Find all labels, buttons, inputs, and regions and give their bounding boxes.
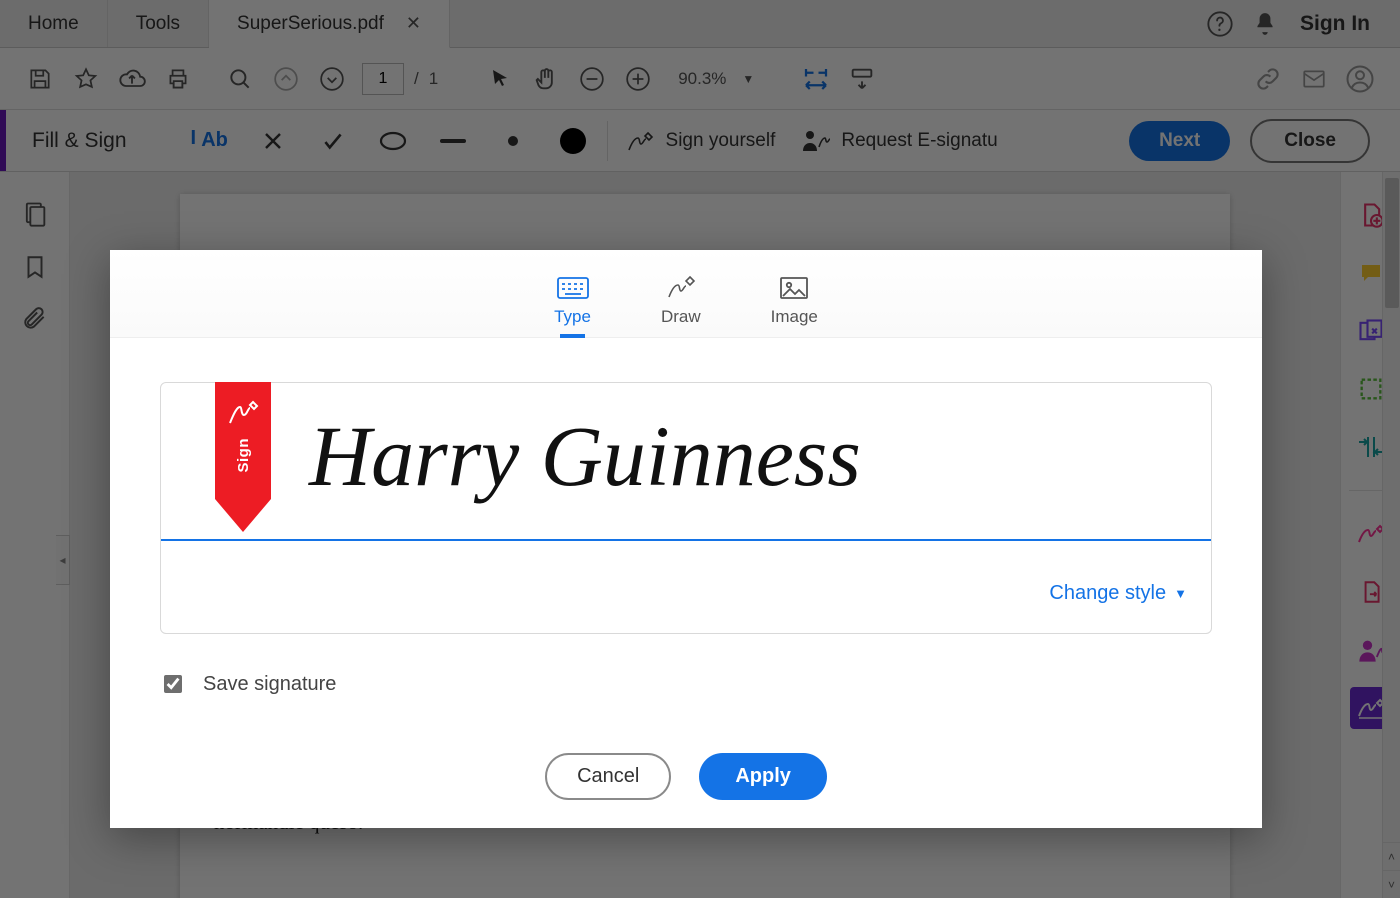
save-signature-checkbox[interactable] xyxy=(164,675,182,693)
signature-text: Harry Guinness xyxy=(309,409,861,504)
signature-text-input[interactable]: Harry Guinness xyxy=(291,401,1181,541)
save-signature-label: Save signature xyxy=(203,673,336,696)
ribbon-label: Sign xyxy=(235,438,252,473)
tab-draw-label: Draw xyxy=(661,307,701,327)
signature-area: Sign Harry Guinness Change style ▼ xyxy=(160,382,1212,634)
signature-baseline xyxy=(161,539,1211,541)
apply-button[interactable]: Apply xyxy=(699,753,827,800)
tab-type[interactable]: Type xyxy=(554,275,591,337)
adobe-logo-icon xyxy=(215,394,271,430)
tab-type-label: Type xyxy=(554,307,591,327)
tab-image-label: Image xyxy=(771,307,818,327)
change-style-label: Change style xyxy=(1049,582,1166,605)
image-icon xyxy=(778,275,810,301)
sign-ribbon: Sign xyxy=(215,382,271,532)
cancel-button[interactable]: Cancel xyxy=(545,753,671,800)
keyboard-icon xyxy=(556,275,590,301)
chevron-down-icon: ▼ xyxy=(1174,586,1187,601)
tab-draw[interactable]: Draw xyxy=(661,273,701,337)
dialog-actions: Cancel Apply xyxy=(110,717,1262,828)
pen-icon xyxy=(664,273,698,301)
dialog-tabs: Type Draw Image xyxy=(110,250,1262,338)
signature-dialog: Type Draw Image Sign Harry Guinness Chan… xyxy=(110,250,1262,828)
change-style-button[interactable]: Change style ▼ xyxy=(1049,582,1187,605)
tab-image[interactable]: Image xyxy=(771,275,818,337)
